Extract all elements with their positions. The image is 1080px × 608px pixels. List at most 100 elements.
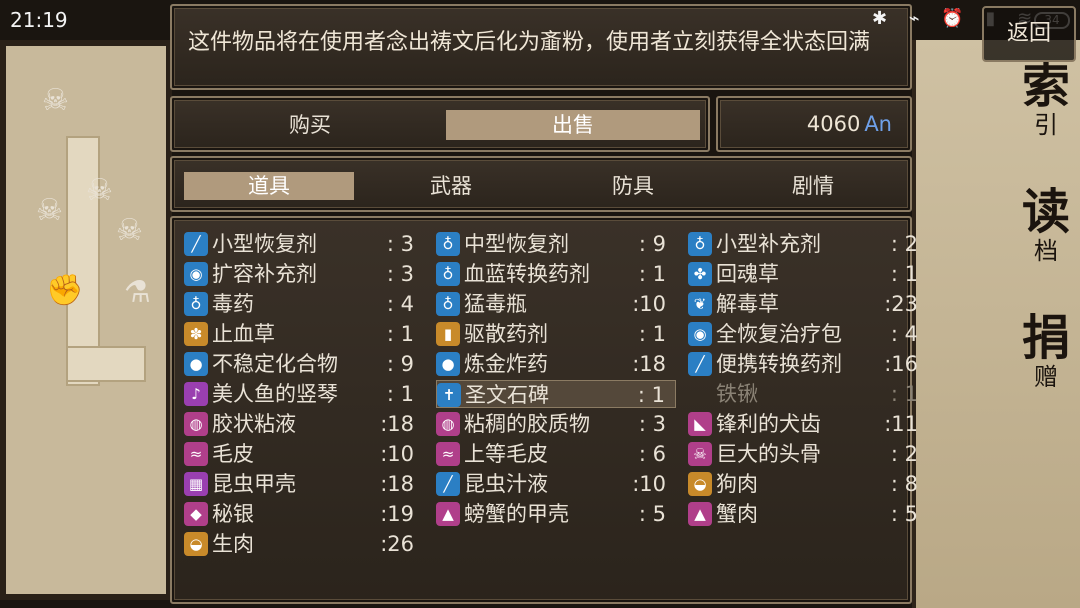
list-item[interactable]: ◍ 粘稠的胶质物 : 3 bbox=[436, 410, 676, 438]
list-item[interactable]: ♁ 毒药: 4 bbox=[184, 290, 424, 318]
herb-icon: ✽ bbox=[184, 322, 208, 346]
item-quantity: : 8 bbox=[890, 472, 918, 496]
list-item[interactable]: ✽ 止血草 : 1 bbox=[184, 320, 424, 348]
item-name: 扩容补充剂 bbox=[212, 262, 317, 286]
money-value: 4060 bbox=[806, 112, 861, 136]
list-item[interactable]: ♪ 美人鱼的竖琴: 1 bbox=[184, 380, 424, 408]
item-quantity: : 9 bbox=[386, 352, 414, 376]
item-name: 小型恢复剂 bbox=[212, 232, 317, 256]
item-quantity: :18 bbox=[380, 412, 414, 436]
list-item[interactable]: ♁ 血蓝转换药剂: 1 bbox=[436, 260, 676, 288]
flask-icon: ♁ bbox=[436, 232, 460, 256]
item-quantity: : 1 bbox=[386, 382, 414, 406]
syringe-icon: ╱ bbox=[688, 352, 712, 376]
list-item[interactable]: ◆ 秘银:19 bbox=[184, 500, 424, 528]
list-item[interactable]: ≈ 毛皮 :10 bbox=[184, 440, 424, 468]
item-name: 毛皮 bbox=[212, 442, 254, 466]
list-item[interactable]: ╱ 便携转换药剂:16 bbox=[688, 350, 928, 378]
leaf-icon: ❦ bbox=[688, 292, 712, 316]
bag-icon: ♁ bbox=[184, 292, 208, 316]
list-item[interactable]: 铁锹 : 1 bbox=[688, 380, 928, 408]
fur-icon: ≈ bbox=[184, 442, 208, 466]
item-quantity: : 1 bbox=[638, 322, 666, 346]
meat-icon: ◒ bbox=[184, 532, 208, 556]
money-panel: 4060 An bbox=[716, 96, 912, 152]
item-name: 驱散药剂 bbox=[464, 322, 548, 346]
back-button[interactable]: 返回 bbox=[982, 6, 1076, 62]
item-quantity: : 6 bbox=[638, 442, 666, 466]
list-item[interactable]: ▮ 驱散药剂 : 1 bbox=[436, 320, 676, 348]
sell-button[interactable]: 出售 bbox=[446, 110, 700, 140]
slime-icon: ◍ bbox=[184, 412, 208, 436]
item-name: 不稳定化合物 bbox=[212, 352, 338, 376]
tab-armor[interactable]: 防具 bbox=[548, 172, 718, 200]
item-list: ╱ 小型恢复剂: 3 ◉ 扩容补充剂: 3 ♁ 毒药: 4 ✽ 止血草: 1 ● 不稳定化合物: … bbox=[170, 216, 918, 604]
item-name: 回魂草 bbox=[716, 262, 779, 286]
item-name: 上等毛皮 bbox=[464, 442, 548, 466]
vial-icon: ▮ bbox=[436, 322, 460, 346]
side-menu-donate[interactable]: 捐 赠 bbox=[1016, 312, 1076, 390]
item-name: 美人鱼的竖琴 bbox=[212, 382, 338, 406]
item-name: 巨大的头骨 bbox=[716, 442, 821, 466]
side-menu-load[interactable]: 读 档 bbox=[1016, 186, 1076, 264]
slime-icon: ◍ bbox=[436, 412, 460, 436]
mode-selector: 购买 出售 bbox=[170, 96, 710, 152]
list-item[interactable]: ♁ 小型补充剂: 2 bbox=[688, 230, 928, 258]
list-item[interactable]: ♁ 中型恢复剂: 9 bbox=[436, 230, 676, 258]
flask-icon: ♁ bbox=[688, 232, 712, 256]
list-item[interactable]: ● 炼金炸药:18 bbox=[436, 350, 676, 378]
side-menu: 索 引 读 档 捐 赠 bbox=[912, 40, 1080, 608]
side-menu-index[interactable]: 索 引 bbox=[1016, 60, 1076, 138]
list-item[interactable]: ▲ 蟹肉: 5 bbox=[688, 500, 928, 528]
list-item[interactable]: ◒ 狗肉: 8 bbox=[688, 470, 928, 498]
side-menu-load-char: 档 bbox=[1034, 237, 1058, 265]
list-item[interactable]: ❦ 解毒草:23 bbox=[688, 290, 928, 318]
item-quantity: : 1 bbox=[890, 382, 918, 406]
list-item[interactable]: ● 不稳定化合物: 9 bbox=[184, 350, 424, 378]
list-item[interactable]: ♁ 猛毒瓶:10 bbox=[436, 290, 676, 318]
item-quantity: : 5 bbox=[890, 502, 918, 526]
item-name: 锋利的犬齿 bbox=[716, 412, 821, 436]
list-item[interactable]: ▦ 昆虫甲壳:18 bbox=[184, 470, 424, 498]
list-item[interactable]: ╱ 昆虫汁液:10 bbox=[436, 470, 676, 498]
potion-icon: ⚗ bbox=[124, 275, 151, 310]
list-item[interactable]: ✝ 圣文石碑: 1 bbox=[436, 380, 676, 408]
buy-button[interactable]: 购买 bbox=[212, 110, 408, 140]
item-name: 猛毒瓶 bbox=[464, 292, 527, 316]
cross-icon: ✝ bbox=[437, 383, 461, 407]
item-name: 止血草 bbox=[212, 322, 275, 346]
item-quantity: :10 bbox=[632, 472, 666, 496]
list-item[interactable]: ▲ 螃蟹的甲壳: 5 bbox=[436, 500, 676, 528]
item-name: 胶状粘液 bbox=[212, 412, 296, 436]
bag-icon: ♁ bbox=[436, 262, 460, 286]
list-item[interactable]: ◉ 全恢复治疗包: 4 bbox=[688, 320, 928, 348]
item-quantity: :10 bbox=[632, 292, 666, 316]
meat-icon: ◒ bbox=[688, 472, 712, 496]
item-quantity: : 1 bbox=[638, 262, 666, 286]
list-item[interactable]: ☠ 巨大的头骨: 2 bbox=[688, 440, 928, 468]
list-item[interactable]: ◉ 扩容补充剂: 3 bbox=[184, 260, 424, 288]
item-name: 粘稠的胶质物 bbox=[464, 412, 590, 436]
tab-weapons[interactable]: 武器 bbox=[366, 172, 536, 200]
item-quantity: : 1 bbox=[386, 322, 414, 346]
item-quantity: : 1 bbox=[890, 262, 918, 286]
list-item[interactable]: ≈ 上等毛皮: 6 bbox=[436, 440, 676, 468]
item-quantity: : 1 bbox=[637, 383, 665, 407]
item-quantity: :10 bbox=[380, 442, 414, 466]
syringe-icon: ╱ bbox=[436, 472, 460, 496]
tab-story[interactable]: 剧情 bbox=[728, 172, 898, 200]
item-quantity: :23 bbox=[884, 292, 918, 316]
list-item[interactable]: ◣ 锋利的犬齿:11 bbox=[688, 410, 928, 438]
list-item[interactable]: ◍ 胶状粘液 :18 bbox=[184, 410, 424, 438]
item-quantity: : 4 bbox=[386, 292, 414, 316]
item-quantity: : 9 bbox=[638, 232, 666, 256]
item-quantity: : 4 bbox=[890, 322, 918, 346]
item-name: 铁锹 bbox=[716, 382, 758, 406]
tab-items[interactable]: 道具 bbox=[184, 172, 354, 200]
status-time: 21:19 bbox=[10, 8, 68, 32]
syringe-icon: ╱ bbox=[184, 232, 208, 256]
list-item[interactable]: ◒ 生肉:26 bbox=[184, 530, 424, 558]
list-item[interactable]: ✤ 回魂草: 1 bbox=[688, 260, 928, 288]
list-item[interactable]: ╱ 小型恢复剂: 3 bbox=[184, 230, 424, 258]
item-quantity: : 3 bbox=[638, 412, 666, 436]
